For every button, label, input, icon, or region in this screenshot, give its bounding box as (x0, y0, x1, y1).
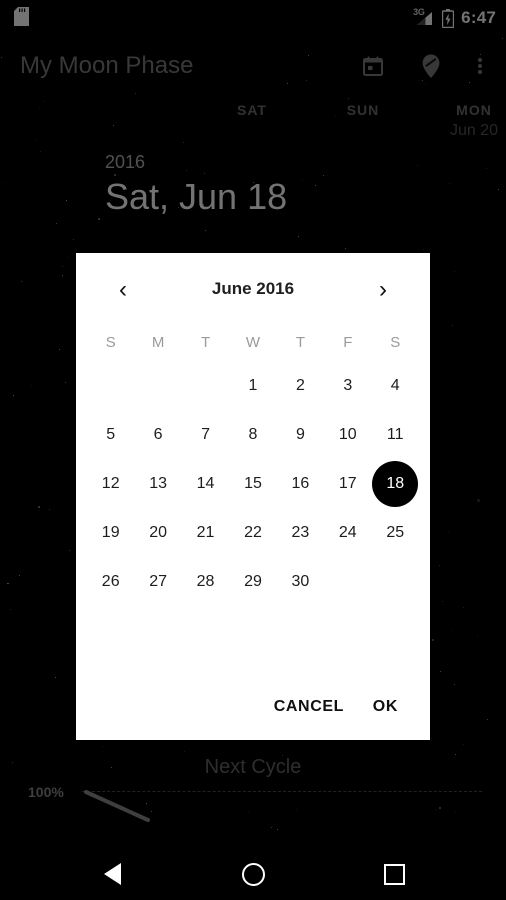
calendar-day-label: 6 (153, 425, 163, 443)
calendar-empty-cell (134, 361, 181, 410)
calendar-day-label (135, 363, 181, 409)
calendar-day-cell[interactable]: 5 (87, 410, 134, 459)
weekday-label: S (105, 334, 116, 351)
calendar-day-label (325, 559, 371, 605)
calendar-day-cell[interactable]: 4 (372, 361, 419, 410)
calendar-day-cell[interactable]: 28 (182, 557, 229, 606)
calendar-day-cell[interactable]: 20 (134, 508, 181, 557)
calendar-day-label: 15 (244, 474, 262, 492)
calendar-empty-cell (372, 557, 419, 606)
calendar-day-label: 13 (149, 474, 168, 492)
calendar-day-label: 27 (149, 572, 168, 590)
dialog-action-bar: CANCEL OK (76, 676, 430, 740)
calendar-day-cell[interactable]: 14 (182, 459, 229, 508)
chevron-right-icon[interactable]: › (368, 275, 398, 305)
calendar-day-cell[interactable]: 18 (372, 459, 419, 508)
calendar-day-cell[interactable]: 9 (277, 410, 324, 459)
calendar-day-label: 11 (386, 425, 404, 443)
calendar-week-row: 5 6 7 8 9 10 11 (87, 410, 419, 459)
ok-button[interactable]: OK (373, 686, 398, 728)
calendar-day-label (183, 363, 229, 409)
calendar-day-cell[interactable]: 24 (324, 508, 371, 557)
selected-day: 18 (372, 460, 419, 507)
calendar-day-label: 12 (101, 474, 120, 492)
cancel-button[interactable]: CANCEL (274, 686, 344, 728)
calendar-day-cell[interactable]: 6 (134, 410, 181, 459)
recents-nav-icon[interactable] (364, 848, 424, 900)
calendar-day-cell[interactable]: 25 (372, 508, 419, 557)
calendar-day-cell[interactable]: 26 (87, 557, 134, 606)
weekday-label: T (200, 334, 211, 351)
app-screen: 3G 6:47 My Moon Phase (0, 0, 506, 900)
calendar-day-label (88, 363, 134, 409)
weekday-label: W (245, 334, 261, 351)
calendar-day-cell[interactable]: 10 (324, 410, 371, 459)
calendar-day-label: 3 (343, 376, 353, 394)
calendar-empty-cell (87, 361, 134, 410)
calendar-day-label: 29 (244, 572, 262, 590)
calendar-day-cell[interactable]: 21 (182, 508, 229, 557)
calendar-day-label: 25 (386, 523, 405, 541)
calendar-day-cell[interactable]: 12 (87, 459, 134, 508)
calendar-day-label: 1 (248, 376, 258, 394)
calendar-day-label: 14 (196, 474, 215, 492)
calendar-day-cell[interactable]: 19 (87, 508, 134, 557)
calendar-day-cell[interactable]: 30 (277, 557, 324, 606)
calendar-day-cell[interactable]: 11 (372, 410, 419, 459)
weekday-header-row: S M T W T F S (76, 325, 430, 361)
weekday-label: F (343, 334, 353, 351)
calendar-day-label: 24 (338, 523, 357, 541)
calendar-day-label: 10 (338, 425, 357, 443)
weekday-label: M (151, 334, 165, 351)
calendar-day-cell[interactable]: 17 (324, 459, 371, 508)
calendar-week-row: 26 27 28 29 30 (87, 557, 419, 606)
calendar-day-label: 5 (106, 425, 116, 443)
calendar-week-row: 19 20 21 22 23 24 25 (87, 508, 419, 557)
calendar-day-cell[interactable]: 22 (229, 508, 276, 557)
calendar-day-label: 9 (295, 425, 305, 443)
calendar-day-cell[interactable]: 3 (324, 361, 371, 410)
calendar-day-cell[interactable]: 27 (134, 557, 181, 606)
calendar-empty-cell (182, 361, 229, 410)
weekday-label: T (295, 334, 305, 351)
calendar-day-label: 2 (295, 376, 305, 394)
date-picker-header: ‹ June 2016 › (76, 253, 430, 325)
system-navigation-bar (0, 848, 506, 900)
home-nav-icon[interactable] (223, 848, 283, 900)
calendar-day-cell[interactable]: 23 (277, 508, 324, 557)
calendar-day-grid: 1 2 3 4 5 6 7 8 9 10 11 12 13 14 15 16 17 18 19 20 21 22 23 24 2… (76, 361, 430, 606)
calendar-day-label: 22 (244, 523, 262, 541)
calendar-empty-cell (324, 557, 371, 606)
calendar-day-label: 21 (196, 523, 215, 541)
calendar-week-row: 12 13 14 15 16 17 18 (87, 459, 419, 508)
calendar-day-cell[interactable]: 16 (277, 459, 324, 508)
calendar-day-cell[interactable]: 29 (229, 557, 276, 606)
calendar-day-label: 20 (149, 523, 168, 541)
calendar-day-label: 7 (201, 425, 210, 443)
calendar-day-label: 30 (291, 572, 310, 590)
calendar-day-cell[interactable]: 13 (134, 459, 181, 508)
calendar-day-label: 17 (338, 474, 357, 492)
calendar-day-label: 19 (101, 523, 120, 541)
weekday-label: S (390, 334, 401, 351)
date-picker-dialog: ‹ June 2016 › S M T W T F S 1 2 3 4 5 6 7 8 9 10 1… (76, 253, 430, 740)
calendar-day-label: 28 (196, 572, 215, 590)
calendar-week-row: 1 2 3 4 (87, 361, 419, 410)
calendar-day-cell[interactable]: 2 (277, 361, 324, 410)
back-nav-icon[interactable] (82, 848, 142, 900)
calendar-day-label: 4 (390, 376, 400, 394)
calendar-day-label: 26 (101, 572, 120, 590)
calendar-day-label (372, 559, 418, 605)
calendar-day-cell[interactable]: 7 (182, 410, 229, 459)
calendar-day-cell[interactable]: 1 (229, 361, 276, 410)
calendar-day-cell[interactable]: 8 (229, 410, 276, 459)
calendar-day-label: 8 (248, 425, 258, 443)
calendar-day-label: 23 (291, 523, 310, 541)
calendar-day-cell[interactable]: 15 (229, 459, 276, 508)
calendar-day-label: 16 (291, 474, 310, 492)
